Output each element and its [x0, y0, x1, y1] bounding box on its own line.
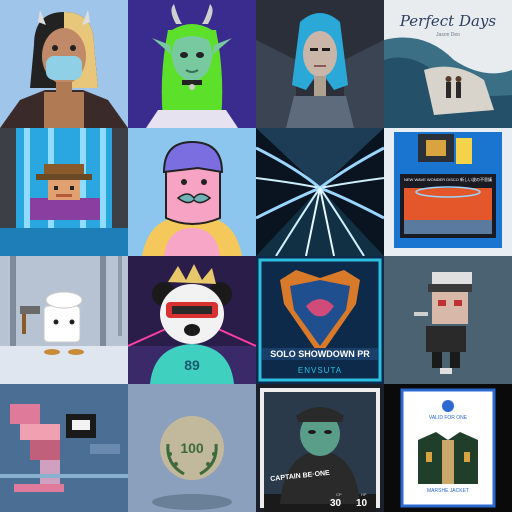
- card-stat2-value: 10: [356, 498, 368, 509]
- tile-glitch-pixel-creature[interactable]: [0, 384, 128, 512]
- tile-panda-vr-jersey[interactable]: 89: [128, 256, 256, 384]
- card-stat1-label: CP: [336, 492, 342, 497]
- badge-number: 100: [180, 440, 204, 456]
- glitch-pixel-creature-icon: [0, 384, 128, 512]
- ticket-bottom-label: MARSHE JACKET: [427, 488, 469, 494]
- album-artist: Jason Deo: [436, 32, 460, 38]
- card-stat1-value: 30: [330, 498, 342, 509]
- tile-green-horned-elf[interactable]: [128, 0, 256, 128]
- tile-pixel-skull-smoker[interactable]: [384, 256, 512, 384]
- tile-pink-cartoon-man[interactable]: [128, 128, 256, 256]
- tile-blue-haired-cyborg[interactable]: [256, 0, 384, 128]
- toast-chef-in-snowy-forest-icon: [0, 256, 128, 384]
- blue-haired-cyborg-icon: [256, 0, 384, 128]
- tile-blue-psychedelic-tunnel[interactable]: [256, 128, 384, 256]
- masked-horned-girl-icon: [0, 0, 128, 128]
- tile-perfect-days-cover[interactable]: Perfect Days Jason Deo: [384, 0, 512, 128]
- tile-retro-floppy-disk[interactable]: NEW WAVE WONDER DISCO 新しい波の不思議: [384, 128, 512, 256]
- badge-banner: SOLO SHOWDOWN PR: [262, 348, 378, 360]
- ticket-top-label: VALID FOR ONE: [428, 415, 468, 421]
- card-stat2-label: HP: [361, 492, 367, 497]
- green-horned-elf-icon: [128, 0, 256, 128]
- badge-brand: ENVSUTA: [297, 366, 343, 375]
- pink-cartoon-mustache-man-icon: [128, 128, 256, 256]
- solo-showdown-shield-badge-icon: [256, 256, 384, 384]
- retro-floppy-disk-art-icon: [384, 128, 512, 256]
- pixel-cowboy-waterfall-icon: [0, 128, 128, 256]
- tile-toast-chef[interactable]: [0, 256, 128, 384]
- tile-laurel-100-badge[interactable]: 100: [128, 384, 256, 512]
- jersey-number: 89: [184, 357, 200, 373]
- floppy-label: NEW WAVE WONDER DISCO 新しい波の不思議: [404, 177, 492, 182]
- tile-solo-showdown-badge[interactable]: SOLO SHOWDOWN PR ENVSUTA: [256, 256, 384, 384]
- album-title: Perfect Days: [399, 12, 497, 30]
- tile-masked-horned-girl[interactable]: [0, 0, 128, 128]
- blue-psychedelic-tunnel-icon: [256, 128, 384, 256]
- tile-valid-ticket-jacket[interactable]: VALID FOR ONE MARSHE JACKET: [384, 384, 512, 512]
- tile-pixel-cowboy-waterfall[interactable]: [0, 128, 128, 256]
- nft-image-grid: Perfect Days Jason Deo NEW WAVE WONDER D…: [0, 0, 512, 512]
- tile-captain-card[interactable]: CAPTAIN BE·ONE CP 30 HP 10: [256, 384, 384, 512]
- pixel-skull-smoker-icon: [384, 256, 512, 384]
